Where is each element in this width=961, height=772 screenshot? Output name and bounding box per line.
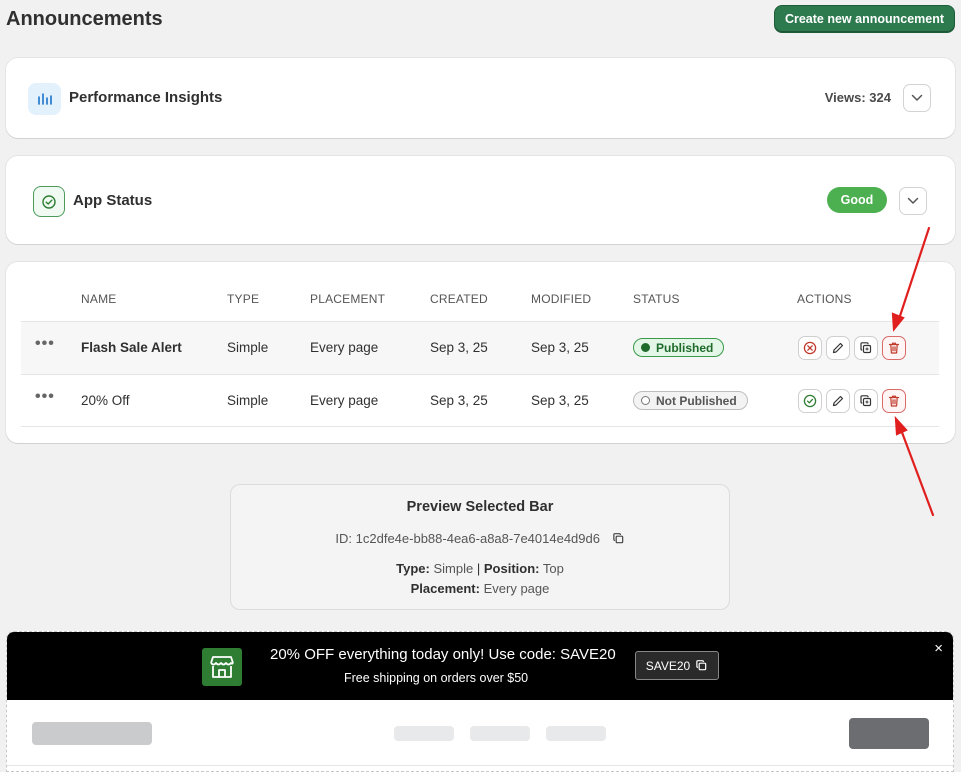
- pencil-icon: [832, 395, 844, 407]
- copy-code-button[interactable]: SAVE20: [635, 651, 719, 680]
- app-status-title: App Status: [73, 192, 153, 209]
- page-header: Announcements Create new announcement: [6, 5, 955, 34]
- trash-icon: [888, 395, 900, 407]
- delete-button[interactable]: [882, 336, 906, 360]
- edit-button[interactable]: [826, 336, 850, 360]
- status-dot-icon: [641, 343, 650, 352]
- copy-icon: [696, 660, 707, 671]
- column-header-created[interactable]: CREATED: [430, 292, 488, 306]
- table-row[interactable]: ••• Flash Sale Alert Simple Every page S…: [21, 321, 939, 374]
- copy-icon: [612, 533, 623, 544]
- position-value: Top: [542, 561, 564, 576]
- column-header-actions: ACTIONS: [797, 292, 852, 306]
- chevron-down-icon: [907, 197, 919, 204]
- position-label: Position:: [483, 561, 540, 576]
- create-announcement-button[interactable]: Create new announcement: [774, 5, 955, 33]
- status-label: Not Published: [656, 393, 737, 408]
- edit-button[interactable]: [826, 389, 850, 413]
- performance-expand-button[interactable]: [903, 84, 931, 112]
- row-created: Sep 3, 25: [430, 340, 488, 355]
- copy-id-button[interactable]: [612, 532, 625, 548]
- separator: |: [476, 561, 481, 576]
- placement-label: Placement:: [410, 581, 480, 596]
- announcements-table: NAME TYPE PLACEMENT CREATED MODIFIED STA…: [6, 262, 955, 443]
- preview-id: ID: 1c2dfe4e-bb88-4ea6-a8a8-7e4014e4d9d6: [231, 531, 729, 548]
- type-value: Simple: [433, 561, 474, 576]
- announcement-subtext: Free shipping on orders over $50: [344, 671, 529, 685]
- status-badge: Not Published: [633, 391, 748, 410]
- views-count: Views: 324: [824, 90, 891, 105]
- column-header-placement[interactable]: PLACEMENT: [310, 292, 385, 306]
- performance-insights-card[interactable]: Performance Insights Views: 324: [6, 58, 955, 138]
- row-placement: Every page: [310, 340, 379, 355]
- column-header-name[interactable]: NAME: [81, 292, 116, 306]
- check-circle-icon: [803, 394, 817, 408]
- button-placeholder: [849, 718, 929, 749]
- row-modified: Sep 3, 25: [531, 393, 589, 408]
- publish-button[interactable]: [798, 389, 822, 413]
- nav-placeholder: [546, 726, 606, 741]
- preview-type-position: Type: Simple | Position: Top: [231, 561, 729, 576]
- copy-icon: [860, 395, 872, 407]
- x-circle-icon: [803, 341, 817, 355]
- type-label: Type:: [396, 561, 430, 576]
- preview-panel: Preview Selected Bar ID: 1c2dfe4e-bb88-4…: [230, 484, 730, 610]
- chevron-down-icon: [911, 94, 923, 101]
- preview-id-label: ID:: [335, 531, 353, 546]
- copy-icon: [860, 342, 872, 354]
- performance-insights-title: Performance Insights: [69, 89, 223, 106]
- table-row[interactable]: ••• 20% Off Simple Every page Sep 3, 25 …: [21, 374, 939, 427]
- store-icon: [202, 648, 242, 686]
- app-status-card[interactable]: App Status Good: [6, 156, 955, 244]
- nav-placeholder: [470, 726, 530, 741]
- column-header-type[interactable]: TYPE: [227, 292, 259, 306]
- row-type: Simple: [227, 393, 269, 408]
- row-modified: Sep 3, 25: [531, 340, 589, 355]
- table-header: NAME TYPE PLACEMENT CREATED MODIFIED STA…: [6, 290, 955, 310]
- duplicate-button[interactable]: [854, 389, 878, 413]
- row-menu-button[interactable]: •••: [35, 388, 55, 406]
- preview-id-value: 1c2dfe4e-bb88-4ea6-a8a8-7e4014e4d9d6: [355, 531, 600, 546]
- row-created: Sep 3, 25: [430, 393, 488, 408]
- row-placement: Every page: [310, 393, 379, 408]
- status-badge: Good: [827, 187, 887, 213]
- placement-value: Every page: [483, 581, 550, 596]
- status-badge: Published: [633, 338, 724, 357]
- status-label: Published: [656, 340, 714, 355]
- preview-placement: Placement: Every page: [231, 581, 729, 596]
- unpublish-button[interactable]: [798, 336, 822, 360]
- preview-title: Preview Selected Bar: [406, 499, 554, 515]
- row-menu-button[interactable]: •••: [35, 335, 55, 353]
- storefront-preview: 20% OFF everything today only! Use code:…: [6, 631, 954, 772]
- check-circle-icon: [33, 186, 65, 217]
- column-header-status[interactable]: STATUS: [633, 292, 680, 306]
- divider: [7, 765, 953, 766]
- discount-code: SAVE20: [645, 658, 691, 673]
- row-type: Simple: [227, 340, 269, 355]
- close-icon[interactable]: ×: [934, 640, 943, 657]
- pencil-icon: [832, 342, 844, 354]
- delete-button[interactable]: [882, 389, 906, 413]
- logo-placeholder: [32, 722, 152, 745]
- status-dot-icon: [641, 396, 650, 405]
- bar-chart-icon: [28, 83, 61, 115]
- duplicate-button[interactable]: [854, 336, 878, 360]
- row-name: Flash Sale Alert: [81, 340, 182, 355]
- app-status-expand-button[interactable]: [899, 187, 927, 215]
- page-title: Announcements: [6, 8, 163, 30]
- announcement-message: 20% OFF everything today only! Use code:…: [270, 646, 616, 663]
- announcement-bar: 20% OFF everything today only! Use code:…: [7, 632, 953, 700]
- nav-placeholder: [394, 726, 454, 741]
- trash-icon: [888, 342, 900, 354]
- column-header-modified[interactable]: MODIFIED: [531, 292, 591, 306]
- row-name: 20% Off: [81, 393, 130, 408]
